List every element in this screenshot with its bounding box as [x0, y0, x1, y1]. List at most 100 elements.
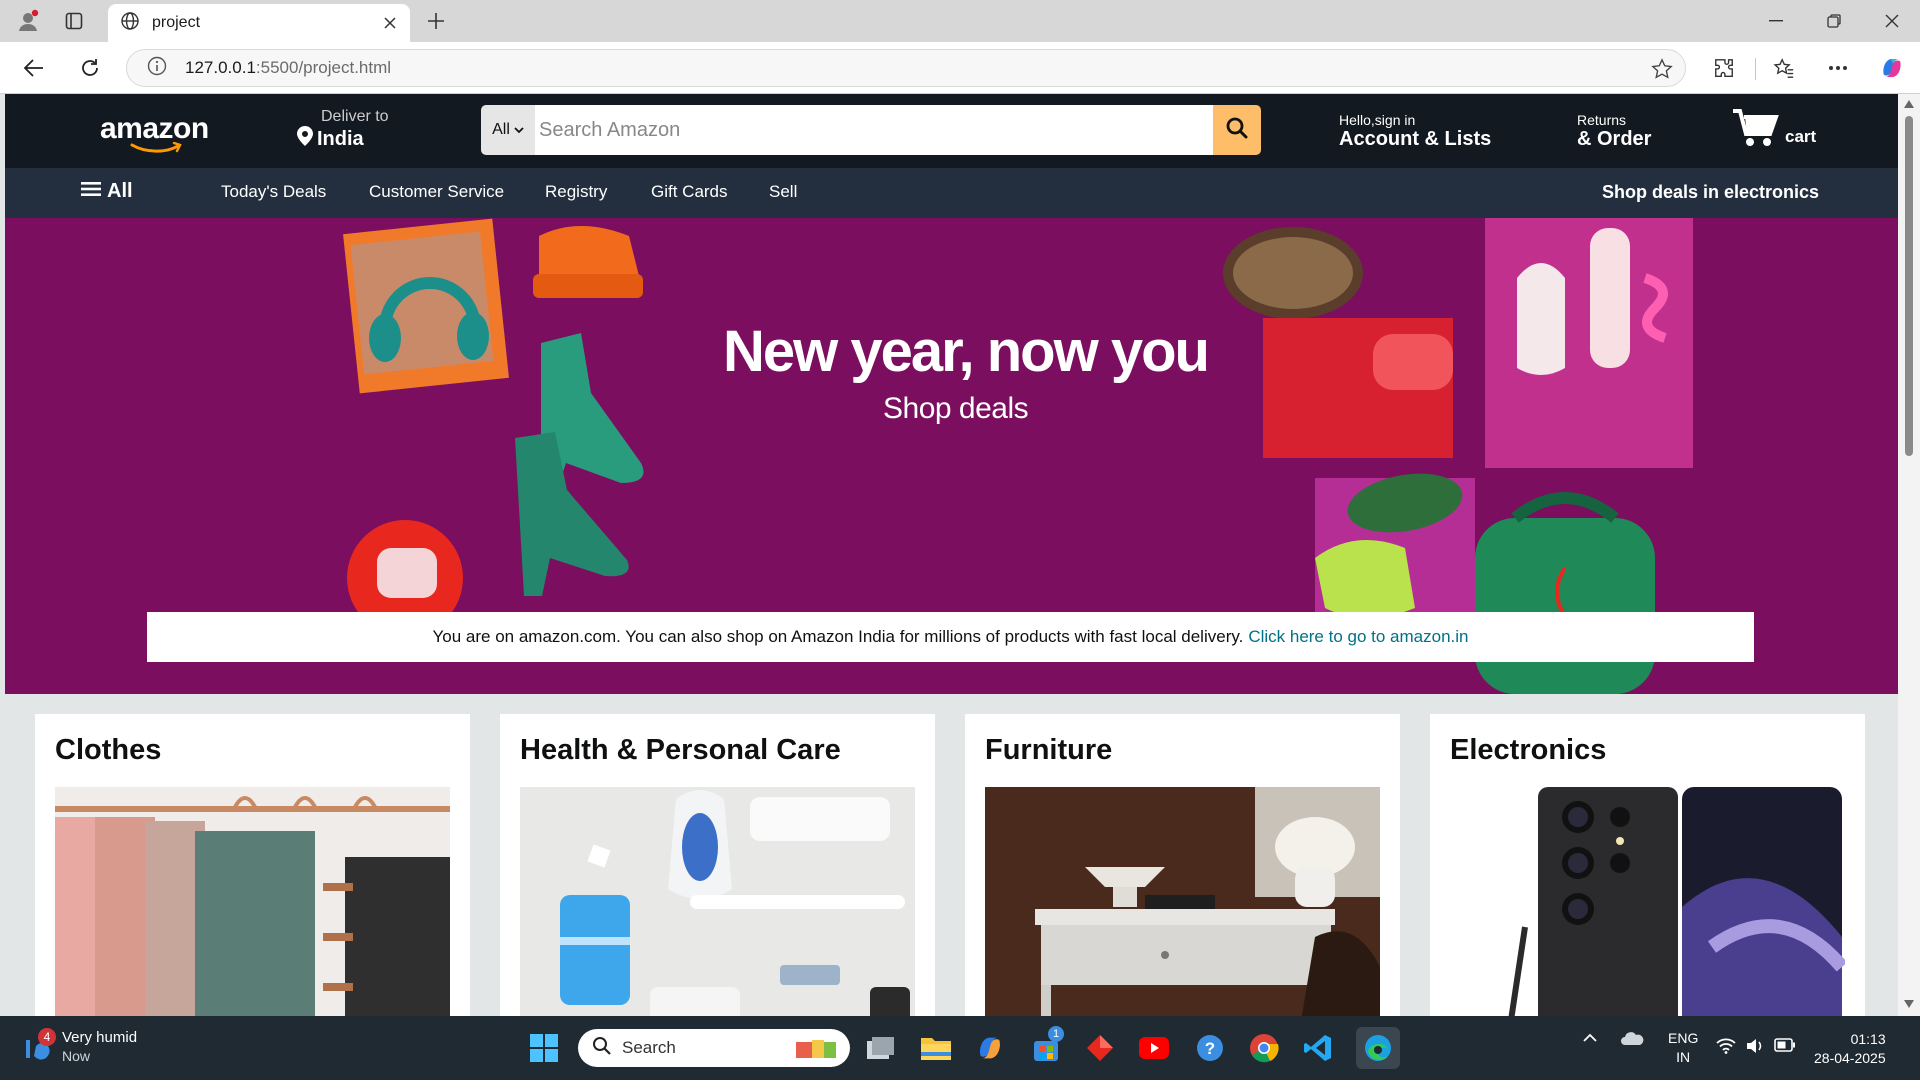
store-badge: 1	[1048, 1026, 1064, 1042]
copilot-taskbar-icon[interactable]	[972, 1030, 1008, 1066]
deliver-country: India	[317, 127, 364, 150]
chevron-down-icon	[514, 121, 524, 139]
furniture-image[interactable]	[985, 787, 1380, 1016]
logo-text: amazon	[100, 112, 209, 145]
back-arrow-icon[interactable]	[16, 50, 52, 86]
orders-label: & Order	[1577, 128, 1652, 150]
language-indicator[interactable]: ENG IN	[1668, 1029, 1698, 1067]
tab-actions-icon[interactable]	[58, 6, 90, 36]
youtube-icon[interactable]	[1136, 1030, 1172, 1066]
returns-orders[interactable]: Returns & Order	[1577, 112, 1651, 151]
profile-icon[interactable]	[12, 6, 44, 36]
scroll-up-icon[interactable]	[1903, 98, 1915, 110]
restore-icon[interactable]	[1806, 0, 1862, 42]
site-info-icon[interactable]	[147, 56, 167, 81]
page-scrollbar[interactable]	[1898, 94, 1920, 1016]
scroll-down-icon[interactable]	[1903, 998, 1915, 1010]
nav-link-registry[interactable]: Registry	[545, 182, 607, 202]
clothes-image[interactable]	[55, 787, 450, 1016]
region-code: IN	[1676, 1049, 1691, 1065]
search-category-select[interactable]: All	[481, 105, 535, 155]
cart-button[interactable]: cart	[1733, 108, 1816, 153]
search-button[interactable]	[1213, 105, 1261, 155]
category-card-clothes[interactable]: Clothes	[35, 714, 470, 1016]
edge-icon[interactable]	[1356, 1027, 1400, 1069]
cart-label: cart	[1785, 127, 1817, 146]
card-title: Health & Personal Care	[520, 734, 841, 766]
category-card-health[interactable]: Health & Personal Care	[500, 714, 935, 1016]
card-title: Clothes	[55, 734, 162, 766]
cart-icon	[1733, 108, 1779, 153]
weather-icon: 4	[22, 1028, 56, 1062]
browser-tab-active[interactable]: project	[108, 4, 410, 42]
weather-widget[interactable]: 4 Very humid Now	[22, 1028, 137, 1066]
hero-subtitle: Shop deals	[883, 392, 1029, 425]
electronics-image[interactable]	[1450, 787, 1845, 1016]
windows-start-icon[interactable]	[526, 1030, 562, 1066]
favorite-star-icon[interactable]	[1651, 58, 1673, 85]
amazon-header: amazon Deliver to India All Search Amazo…	[5, 94, 1898, 168]
all-menu-button[interactable]: All	[81, 180, 133, 203]
scrollbar-thumb[interactable]	[1905, 116, 1913, 456]
close-tab-icon[interactable]	[376, 9, 404, 37]
search-input[interactable]	[535, 105, 1213, 155]
minimize-icon[interactable]	[1748, 0, 1804, 42]
wifi-icon[interactable]	[1716, 1038, 1736, 1057]
deliver-label: Deliver to	[321, 108, 389, 125]
search-category-label: All	[492, 121, 510, 138]
amazon-in-link[interactable]: Click here to go to amazon.in	[1248, 627, 1468, 647]
deliver-to[interactable]: Deliver to India	[297, 108, 389, 152]
diamond-app-icon[interactable]	[1082, 1030, 1118, 1066]
vscode-icon[interactable]	[1300, 1030, 1336, 1066]
hamburger-icon	[81, 180, 101, 203]
card-title: Electronics	[1450, 734, 1607, 766]
weather-badge: 4	[38, 1028, 56, 1046]
health-image[interactable]	[520, 787, 915, 1016]
close-window-icon[interactable]	[1864, 0, 1920, 42]
logo-smile-icon	[130, 142, 182, 153]
weather-time: Now	[62, 1048, 91, 1064]
url-host: 127.0.0.1	[185, 58, 256, 77]
windows-taskbar: 4 Very humid Now Search 1 ? ENG IN 01:13…	[0, 1016, 1920, 1080]
account-lists[interactable]: Hello,sign in Account & Lists	[1339, 112, 1491, 151]
address-bar[interactable]: 127.0.0.1:5500/project.html	[126, 49, 1686, 87]
onedrive-icon[interactable]	[1620, 1030, 1644, 1049]
tab-title: project	[152, 14, 201, 31]
nav-link-todays-deals[interactable]: Today's Deals	[221, 182, 326, 202]
url-path: :5500/project.html	[255, 58, 392, 77]
help-icon[interactable]: ?	[1192, 1030, 1228, 1066]
task-view-icon[interactable]	[862, 1030, 898, 1066]
search-highlight-icon	[794, 1032, 838, 1065]
microsoft-store-icon[interactable]: 1	[1028, 1026, 1064, 1066]
nav-link-electronics-deals[interactable]: Shop deals in electronics	[1602, 182, 1819, 203]
more-options-icon[interactable]	[1820, 50, 1856, 86]
nav-link-customer-service[interactable]: Customer Service	[369, 182, 504, 202]
chrome-icon[interactable]	[1246, 1030, 1282, 1066]
browser-tab-bar: project	[0, 0, 1920, 42]
refresh-icon[interactable]	[72, 50, 108, 86]
hero-banner[interactable]: New year, now you Shop deals You are on …	[5, 218, 1898, 694]
volume-icon[interactable]	[1746, 1038, 1764, 1057]
category-card-electronics[interactable]: Electronics	[1430, 714, 1865, 1016]
amazon-logo[interactable]: amazon	[100, 112, 210, 153]
system-clock[interactable]: 01:13 28-04-2025	[1814, 1030, 1886, 1068]
account-greeting: Hello,sign in	[1339, 112, 1416, 128]
language-code: ENG	[1668, 1030, 1699, 1046]
copilot-icon[interactable]	[1874, 50, 1910, 86]
taskbar-search[interactable]: Search	[578, 1029, 850, 1067]
show-hidden-icons[interactable]	[1582, 1030, 1598, 1046]
search-icon	[1225, 116, 1249, 145]
file-explorer-icon[interactable]	[918, 1030, 954, 1066]
favorites-icon[interactable]	[1766, 50, 1802, 86]
account-label: Account & Lists	[1339, 128, 1492, 150]
extensions-icon[interactable]	[1706, 50, 1742, 86]
battery-icon[interactable]	[1774, 1038, 1796, 1055]
category-card-furniture[interactable]: Furniture	[965, 714, 1400, 1016]
region-notice: You are on amazon.com. You can also shop…	[147, 612, 1754, 662]
nav-link-gift-cards[interactable]: Gift Cards	[651, 182, 728, 202]
page-viewport: amazon Deliver to India All Search Amazo…	[5, 94, 1898, 1016]
returns-label: Returns	[1577, 112, 1627, 128]
new-tab-icon[interactable]	[420, 6, 452, 36]
nav-link-sell[interactable]: Sell	[769, 182, 797, 202]
clock-time: 01:13	[1850, 1031, 1886, 1047]
